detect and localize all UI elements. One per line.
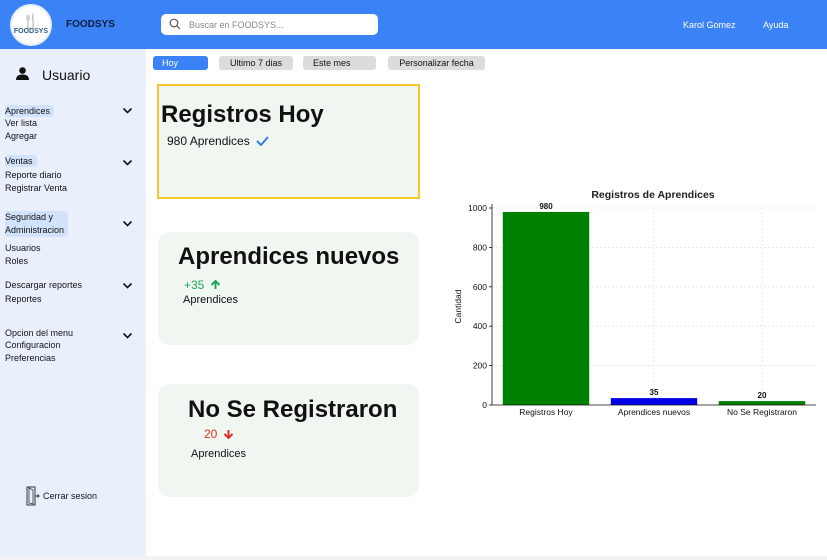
y-tick-label: 600 xyxy=(473,282,487,292)
filter-personalizar-fecha[interactable]: Personalizar fecha xyxy=(388,56,485,70)
chevron-down-icon[interactable] xyxy=(122,159,133,167)
chevron-down-icon[interactable] xyxy=(122,282,133,290)
door-exit-icon xyxy=(26,486,40,506)
bar-2 xyxy=(718,401,806,405)
top-navbar: 🍴 FOODSYS FOODSYS Karol Gomez Ayuda xyxy=(0,0,827,49)
sidebar-item-reportes[interactable]: Reportes xyxy=(5,293,82,306)
stat-value: 980 Aprendices xyxy=(167,134,250,148)
card-sub-aprendices-nuevos: Aprendices xyxy=(183,294,239,306)
sidebar-item-agregar[interactable]: Agregar xyxy=(5,130,54,143)
bar-1 xyxy=(610,398,698,405)
sidebar-header-opcion[interactable]: Opcion del menu xyxy=(5,327,73,339)
card-title-registros-hoy: Registros Hoy xyxy=(161,101,324,128)
brand-name[interactable]: FOODSYS xyxy=(66,19,115,30)
sidebar-header-aprendices[interactable]: Aprendices xyxy=(5,105,55,117)
sidebar-item-roles[interactable]: Roles xyxy=(5,255,68,268)
stat-value: +35 xyxy=(184,278,205,292)
card-title-no-se-registraron: No Se Registraron xyxy=(188,396,398,423)
card-stat-registros-hoy: 980 Aprendices xyxy=(167,134,269,148)
sidebar-section-opcion: Opcion del menu Configuracion Preferenci… xyxy=(5,327,73,365)
sidebar-item-configuracion[interactable]: Configuracion xyxy=(5,339,73,352)
cutlery-icon: 🍴 xyxy=(22,13,40,29)
sidebar-item-registrar-venta[interactable]: Registrar Venta xyxy=(5,182,67,195)
sidebar-section-descargar: Descargar reportes Reportes xyxy=(5,279,82,306)
bar-data-label: 980 xyxy=(539,202,553,211)
chevron-down-icon[interactable] xyxy=(122,332,133,340)
card-stat-no-se-registraron: 20 xyxy=(204,427,234,441)
logout-button[interactable]: Cerrar sesion xyxy=(26,486,97,506)
filter-ultimo-7-dias[interactable]: Ultimo 7 dias xyxy=(219,56,293,70)
sidebar-header-descargar[interactable]: Descargar reportes xyxy=(5,279,82,291)
sidebar-header-seguridad-line1: Seguridad y xyxy=(5,212,54,222)
bar-data-label: 35 xyxy=(650,388,659,397)
sidebar-section-ventas: Ventas Reporte diario Registrar Venta xyxy=(5,155,67,195)
chart-title: Registros de Aprendices xyxy=(591,189,714,201)
stat-value: 20 xyxy=(204,427,218,441)
search-icon xyxy=(169,18,181,30)
arrow-down-icon xyxy=(224,430,234,439)
y-tick-label: 0 xyxy=(482,400,487,410)
y-tick-label: 1000 xyxy=(468,203,487,213)
y-tick-label: 800 xyxy=(473,242,487,252)
help-link[interactable]: Ayuda xyxy=(763,20,788,30)
x-tick-label: Aprendices nuevos xyxy=(618,407,690,417)
y-tick-label: 200 xyxy=(473,361,487,371)
bar-data-label: 20 xyxy=(758,391,767,400)
card-title-aprendices-nuevos: Aprendices nuevos xyxy=(178,243,400,270)
chevron-down-icon[interactable] xyxy=(122,107,133,115)
sidebar-user-label: Usuario xyxy=(42,67,91,83)
foodsys-logo[interactable]: 🍴 FOODSYS xyxy=(10,4,52,46)
logout-label: Cerrar sesion xyxy=(43,491,98,501)
user-name-link[interactable]: Karol Gomez xyxy=(683,20,736,30)
sidebar-header-seguridad[interactable]: Seguridad y Administracion xyxy=(5,211,69,237)
search-input[interactable] xyxy=(189,19,369,30)
arrow-up-icon xyxy=(211,280,221,289)
x-tick-label: No Se Registraron xyxy=(727,407,797,417)
sidebar-header-ventas[interactable]: Ventas xyxy=(5,155,37,167)
filter-hoy[interactable]: Hoy xyxy=(153,56,208,70)
bottom-strip xyxy=(0,556,827,560)
sidebar-item-reporte-diario[interactable]: Reporte diario xyxy=(5,169,67,182)
logo-text: FOODSYS xyxy=(13,28,49,35)
sidebar-item-usuarios[interactable]: Usuarios xyxy=(5,242,68,255)
search-box[interactable] xyxy=(161,14,378,35)
sidebar-item-ver-lista[interactable]: Ver lista xyxy=(5,117,54,130)
x-tick-label: Registros Hoy xyxy=(519,407,573,417)
y-tick-label: 400 xyxy=(473,321,487,331)
sidebar-section-seguridad: Seguridad y Administracion Usuarios Role… xyxy=(5,211,69,268)
sidebar-item-preferencias[interactable]: Preferencias xyxy=(5,352,73,365)
user-icon xyxy=(16,67,29,80)
bar-chart-registros: 980 Registros Hoy 35 Aprendices nuevos 20 No … xyxy=(453,189,816,417)
card-stat-aprendices-nuevos: +35 xyxy=(184,278,221,292)
y-axis-label: Cantidad xyxy=(453,289,463,323)
card-sub-no-se-registraron: Aprendices xyxy=(191,448,247,460)
check-icon xyxy=(256,136,269,146)
filter-este-mes[interactable]: Este mes xyxy=(303,56,376,70)
chevron-down-icon[interactable] xyxy=(122,220,133,228)
sidebar-section-aprendices: Aprendices Ver lista Agregar xyxy=(5,105,55,143)
sidebar-header-seguridad-line2: Administracion xyxy=(5,225,65,235)
bar-0 xyxy=(502,211,590,405)
